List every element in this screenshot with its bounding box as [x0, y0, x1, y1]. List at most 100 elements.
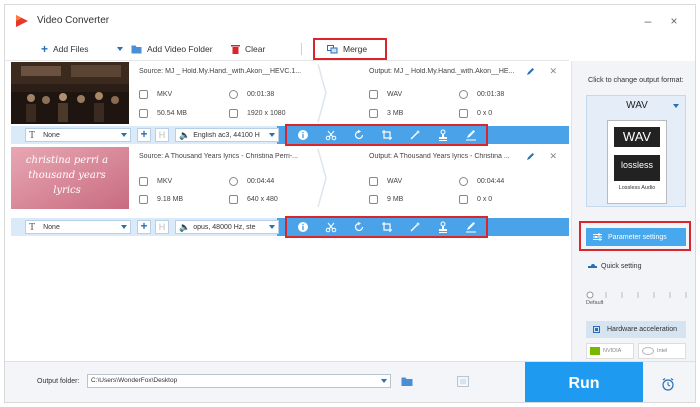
close-window-button[interactable]: × — [665, 13, 683, 29]
info-icon[interactable] — [297, 221, 309, 233]
add-files-dropdown[interactable] — [117, 42, 123, 56]
source-filename: Source: A Thousand Years lyrics - Christ… — [139, 153, 298, 160]
scissors-icon[interactable] — [325, 221, 337, 233]
rotate-icon[interactable] — [353, 129, 365, 141]
app-window: Video Converter – × + Add Files Add Vide… — [4, 4, 696, 403]
source-size: 9.18 MB — [139, 195, 183, 204]
film-icon — [139, 90, 148, 99]
file-row[interactable]: Source: MJ _ Hold.My.Hand._with.Akon__HE… — [11, 62, 569, 124]
add-subtitle-button[interactable]: + — [137, 128, 151, 142]
add-video-folder-button[interactable]: Add Video Folder — [131, 42, 213, 56]
resolution-icon — [229, 109, 238, 118]
edit-pen-icon[interactable] — [526, 152, 535, 161]
clear-button[interactable]: Clear — [231, 42, 265, 56]
chevron-down-icon — [269, 225, 275, 229]
resolution-icon — [229, 195, 238, 204]
hardware-acceleration-label: Hardware acceleration — [607, 326, 678, 333]
output-resolution-value: 0 x 0 — [477, 196, 493, 203]
effects-wand-icon[interactable] — [409, 221, 421, 233]
chevron-down-icon — [121, 225, 127, 229]
output-folder-field[interactable]: C:\Users\WonderFox\Desktop — [87, 374, 391, 388]
settings-sliders-icon — [593, 233, 602, 241]
edit-tools-strip — [277, 218, 569, 236]
hdr-icon[interactable]: H — [155, 220, 169, 234]
effects-wand-icon[interactable] — [409, 129, 421, 141]
toolbar: + Add Files Add Video Folder Clear Merge — [5, 37, 569, 61]
minimize-button[interactable]: – — [639, 13, 657, 29]
source-format-value: MKV — [157, 178, 173, 185]
arrow-separator — [317, 148, 327, 208]
add-subtitle-button[interactable]: + — [137, 220, 151, 234]
output-format: WAV — [369, 177, 402, 186]
video-thumbnail: christina perri a thousand years lyrics — [11, 147, 129, 209]
source-format: MKV — [139, 177, 172, 186]
output-duration: 00:01:38 — [459, 90, 504, 99]
audio-track-select[interactable]: 🔈 English ac3, 44100 H — [175, 128, 279, 142]
merge-button[interactable]: Merge — [327, 42, 367, 56]
folder-plus-icon — [131, 45, 142, 54]
remove-file-icon[interactable]: ✕ — [549, 66, 557, 77]
remove-file-icon[interactable]: ✕ — [549, 151, 557, 162]
run-button[interactable]: Run — [525, 362, 643, 402]
nvidia-label: NVIDIA — [603, 348, 622, 354]
output-duration-value: 00:04:44 — [477, 178, 505, 185]
output-filename: Output: A Thousand Years lyrics - Christ… — [369, 153, 510, 160]
clock-icon — [459, 90, 468, 99]
file-row[interactable]: christina perri a thousand years lyrics … — [11, 147, 569, 209]
audio-track-select[interactable]: 🔈 opus, 48000 Hz, ste — [175, 220, 279, 234]
add-video-folder-label: Add Video Folder — [147, 44, 213, 54]
crop-icon[interactable] — [381, 129, 393, 141]
output-folder-path: C:\Users\WonderFox\Desktop — [91, 377, 178, 384]
source-duration-value: 00:01:38 — [247, 91, 275, 98]
quick-setting-label: Quick setting — [601, 263, 642, 270]
source-size-value: 50.54 MB — [157, 110, 187, 117]
rotate-icon[interactable] — [353, 221, 365, 233]
lossless-badge-text: lossless — [620, 160, 653, 170]
speaker-icon: 🔈 — [179, 221, 191, 232]
parameter-settings-button[interactable]: Parameter settings — [586, 228, 686, 246]
hardware-acceleration-button[interactable]: Hardware acceleration — [586, 321, 686, 338]
subtitle-select[interactable]: T None — [25, 128, 131, 142]
subtitle-edit-icon[interactable] — [465, 221, 477, 233]
merge-icon — [327, 44, 338, 53]
intel-badge: Intel — [638, 343, 686, 359]
speaker-icon: 🔈 — [179, 129, 191, 140]
edit-pen-icon[interactable] — [526, 67, 535, 76]
wav-badge-text: WAV — [622, 129, 652, 144]
alarm-clock-icon[interactable] — [661, 377, 675, 391]
file-size-icon — [369, 195, 378, 204]
watermark-stamp-icon[interactable] — [437, 221, 449, 233]
hdr-icon[interactable]: H — [155, 128, 169, 142]
output-format-value: WAV — [387, 178, 403, 185]
add-files-button[interactable]: + Add Files — [41, 42, 88, 56]
output-resolution-value: 0 x 0 — [477, 110, 493, 117]
subtitle-icon: T — [29, 221, 36, 233]
resolution-icon — [459, 109, 468, 118]
subtitle-edit-icon[interactable] — [465, 129, 477, 141]
source-filename: Source: MJ _ Hold.My.Hand._with.Akon__HE… — [139, 68, 302, 75]
source-format-value: MKV — [157, 91, 173, 98]
video-thumbnail — [11, 62, 129, 124]
output-resolution: 0 x 0 — [459, 109, 492, 118]
merge-label: Merge — [343, 44, 368, 54]
arrow-separator — [317, 63, 327, 123]
output-duration-value: 00:01:38 — [477, 91, 505, 98]
change-format-label: Click to change output format: — [588, 75, 684, 84]
watermark-stamp-icon[interactable] — [437, 129, 449, 141]
chevron-down-icon — [117, 47, 123, 51]
output-folder-label: Output folder: — [37, 378, 80, 385]
output-format-selector[interactable]: WAV WAV lossless Lossless Audio — [586, 95, 686, 207]
merge-output-icon[interactable] — [457, 376, 469, 387]
source-resolution: 1920 x 1080 — [229, 109, 286, 118]
lossless-badge: lossless — [614, 155, 660, 181]
crop-icon[interactable] — [381, 221, 393, 233]
open-folder-icon[interactable] — [401, 376, 414, 387]
chevron-down-icon — [121, 133, 127, 137]
wav-format-icon: WAV lossless Lossless Audio — [607, 120, 667, 204]
app-title: Video Converter — [37, 15, 110, 26]
info-icon[interactable] — [297, 129, 309, 141]
toolbar-divider — [301, 43, 302, 55]
quick-setting[interactable]: Quick setting — [588, 263, 641, 270]
subtitle-select[interactable]: T None — [25, 220, 131, 234]
scissors-icon[interactable] — [325, 129, 337, 141]
